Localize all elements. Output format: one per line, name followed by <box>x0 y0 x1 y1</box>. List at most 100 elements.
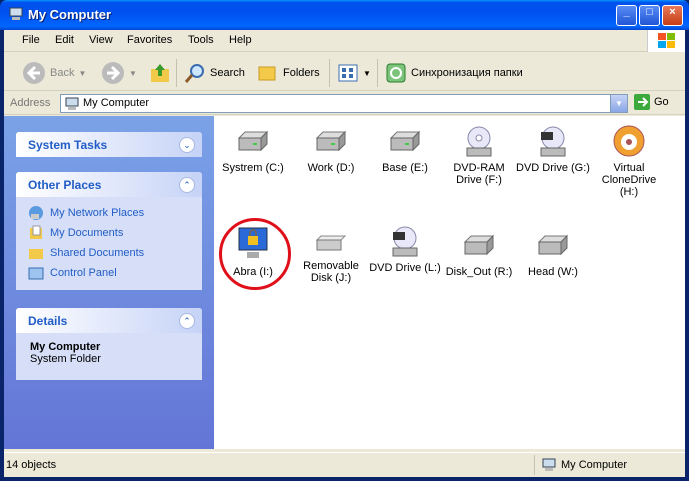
drive-label: Head (W:) <box>528 266 578 278</box>
dvd-drive-icon <box>540 126 566 157</box>
other-places-title: Other Places <box>28 178 102 192</box>
address-bar: Address My Computer ▼ Go <box>4 92 685 115</box>
back-label: Back <box>50 67 75 79</box>
sync-icon <box>386 63 406 83</box>
drive-label: Base (E:) <box>382 162 428 174</box>
details-panel: Details ⌃ My Computer System Folder <box>16 308 202 380</box>
search-label: Search <box>210 67 245 79</box>
drive-item[interactable]: Disk_Out (R:) <box>442 232 516 278</box>
address-dropdown-button[interactable]: ▼ <box>610 95 627 112</box>
dvd-drive-icon <box>466 126 492 157</box>
drives-view: Systrem (C:) Work (D:) Base (E:) DVD-RAM… <box>214 116 685 449</box>
close-button[interactable]: × <box>662 5 683 26</box>
drive-item[interactable]: Virtual CloneDrive (H:) <box>592 124 666 198</box>
go-arrow-icon <box>634 94 650 110</box>
network-places-icon <box>29 206 43 220</box>
drive-label: Virtual CloneDrive (H:) <box>601 162 657 198</box>
status-location: My Computer <box>534 455 627 475</box>
folders-icon <box>258 66 276 81</box>
address-value: My Computer <box>83 97 150 109</box>
task-pane: System Tasks ⌄ Other Places ⌃ My Network… <box>4 116 214 449</box>
views-button[interactable]: ▼ <box>337 60 371 86</box>
other-places-header[interactable]: Other Places ⌃ <box>16 172 202 197</box>
other-places-panel: Other Places ⌃ My Network Places My Docu… <box>16 172 202 290</box>
drive-item[interactable]: Removable Disk (J:) <box>294 232 368 284</box>
address-field[interactable]: My Computer ▼ <box>60 94 628 113</box>
address-label: Address <box>10 97 51 109</box>
details-header[interactable]: Details ⌃ <box>16 308 202 333</box>
search-button[interactable]: Search <box>184 60 245 86</box>
highlight-circle <box>219 218 291 290</box>
control-panel-icon <box>28 267 44 280</box>
menu-file[interactable]: File <box>22 34 40 46</box>
system-tasks-panel: System Tasks ⌄ <box>16 132 202 157</box>
collapse-icon[interactable]: ⌃ <box>179 313 195 329</box>
hard-drive-icon <box>237 130 269 152</box>
menu-favorites[interactable]: Favorites <box>127 34 172 46</box>
views-icon <box>338 64 358 82</box>
back-arrow-icon <box>23 62 45 84</box>
my-computer-icon <box>65 97 79 110</box>
hard-drive-icon <box>537 234 569 256</box>
menu-edit[interactable]: Edit <box>55 34 74 46</box>
expand-icon[interactable]: ⌄ <box>179 137 195 153</box>
drive-label: DVD Drive (L:) <box>369 262 441 274</box>
link-my-documents[interactable]: My Documents <box>16 223 202 243</box>
drive-item[interactable]: DVD Drive (G:) <box>516 126 590 174</box>
system-tasks-header[interactable]: System Tasks ⌄ <box>16 132 202 157</box>
back-button[interactable]: Back ▼ <box>22 60 86 86</box>
drive-item[interactable]: Base (E:) <box>368 128 442 174</box>
windows-logo-icon <box>647 30 685 52</box>
folder-up-icon <box>151 64 169 82</box>
search-icon <box>184 64 204 83</box>
shared-folder-icon <box>29 249 43 259</box>
chevron-down-icon: ▼ <box>615 99 623 108</box>
maximize-button[interactable]: □ <box>639 5 660 26</box>
folders-button[interactable]: Folders <box>257 60 320 86</box>
link-label: Control Panel <box>50 267 117 279</box>
chevron-down-icon: ▼ <box>78 68 87 78</box>
go-button[interactable]: Go <box>634 94 669 110</box>
collapse-icon[interactable]: ⌃ <box>179 177 195 193</box>
toolbar: Back ▼ ▼ Search Folders ▼ Синхронизация … <box>4 53 685 91</box>
link-control-panel[interactable]: Control Panel <box>16 263 202 283</box>
drive-item[interactable]: Work (D:) <box>294 128 368 174</box>
drive-item[interactable]: Head (W:) <box>516 232 590 278</box>
link-my-network-places[interactable]: My Network Places <box>16 203 202 223</box>
menu-help[interactable]: Help <box>229 34 252 46</box>
menu-bar: File Edit View Favorites Tools Help <box>4 30 685 52</box>
hard-drive-icon <box>315 130 347 152</box>
status-count: 14 objects <box>6 459 57 471</box>
forward-button[interactable]: ▼ <box>101 60 137 86</box>
drive-label: Removable Disk (J:) <box>303 260 359 284</box>
sync-label: Синхронизация папки <box>411 67 523 79</box>
drive-label: DVD Drive (G:) <box>516 162 590 174</box>
forward-arrow-icon <box>102 62 124 84</box>
folders-label: Folders <box>283 67 320 79</box>
drive-label: Systrem (C:) <box>222 162 284 174</box>
up-button[interactable] <box>149 60 171 86</box>
removable-disk-icon <box>315 235 347 251</box>
drive-item[interactable]: DVD-RAM Drive (F:) <box>442 126 516 186</box>
system-tasks-title: System Tasks <box>28 138 108 152</box>
my-computer-icon <box>542 458 556 471</box>
minimize-button[interactable]: _ <box>616 5 637 26</box>
link-shared-documents[interactable]: Shared Documents <box>16 243 202 263</box>
drive-item[interactable]: Systrem (C:) <box>216 128 290 174</box>
details-type: System Folder <box>30 353 101 365</box>
link-label: Shared Documents <box>50 247 145 259</box>
menu-tools[interactable]: Tools <box>188 34 214 46</box>
menu-view[interactable]: View <box>89 34 113 46</box>
go-label: Go <box>654 96 669 108</box>
drive-label: DVD-RAM Drive (F:) <box>453 162 505 186</box>
drive-item[interactable]: DVD Drive (L:) <box>368 226 442 274</box>
status-bar: 14 objects My Computer <box>4 452 685 477</box>
clonedrive-icon <box>613 125 645 157</box>
window-title: My Computer <box>28 7 112 22</box>
title-bar[interactable]: My Computer _ □ × <box>0 0 689 30</box>
hard-drive-icon <box>389 130 421 152</box>
status-location-label: My Computer <box>561 459 628 471</box>
sync-folder-button[interactable]: Синхронизация папки <box>385 60 523 86</box>
drive-label: Disk_Out (R:) <box>445 266 513 278</box>
drive-label: Work (D:) <box>307 162 355 174</box>
